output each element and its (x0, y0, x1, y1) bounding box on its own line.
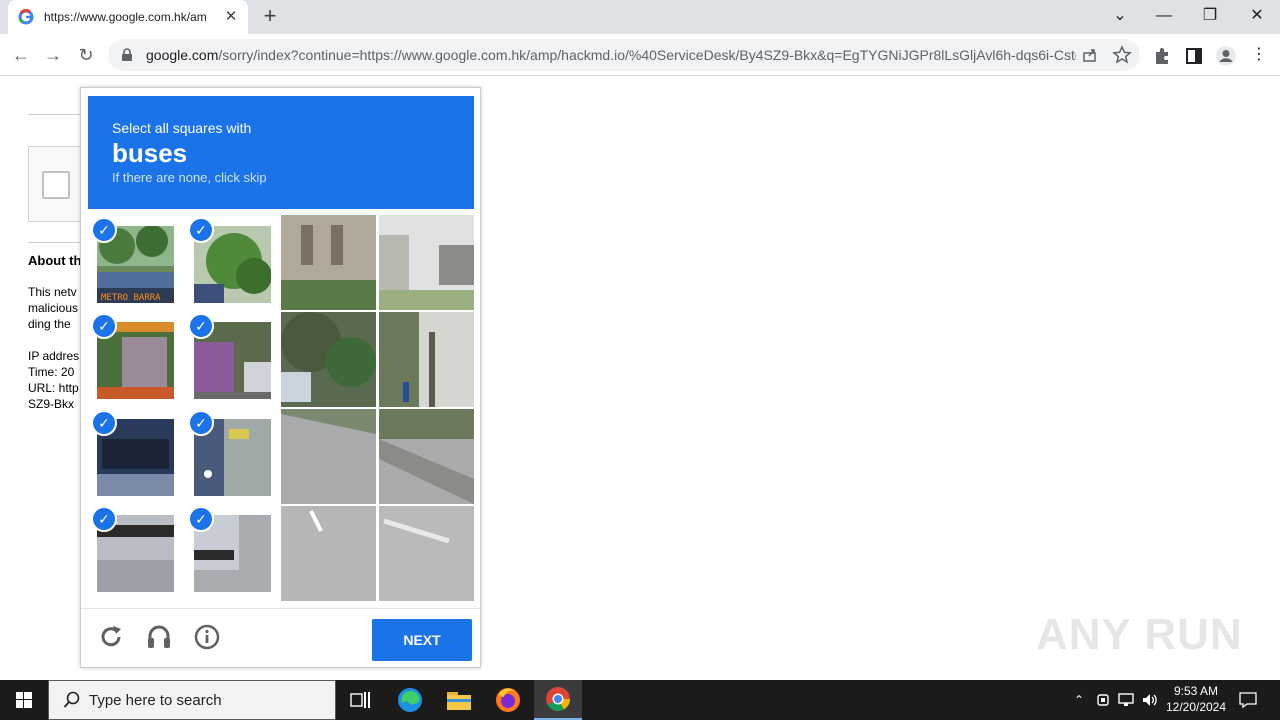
tab-close-icon[interactable]: ✕ (222, 8, 240, 26)
captcha-tile[interactable] (281, 312, 376, 407)
clock-date: 12/20/2024 (1165, 700, 1227, 714)
clock-time: 9:53 AM (1173, 684, 1219, 698)
captcha-header: Select all squares with buses If there a… (88, 96, 474, 209)
taskbar-clock[interactable]: 9:53 AM 12/20/2024 (1160, 683, 1232, 715)
tile-image (379, 506, 474, 601)
captcha-tile[interactable] (379, 506, 474, 601)
file-explorer-icon[interactable] (435, 680, 483, 720)
chrome-icon[interactable] (534, 680, 582, 720)
firefox-icon[interactable] (484, 680, 532, 720)
url-path: /sorry/index?continue=https://www.google… (218, 47, 1076, 63)
tab-title: https://www.google.com.hk/am (44, 10, 207, 24)
taskbar: Type here to search ⌃ 9:53 AM 12/20/2024 (0, 680, 1280, 720)
windows-logo-icon (16, 692, 32, 708)
notification-icon[interactable] (1236, 680, 1260, 720)
url-line: URL: http (28, 381, 79, 395)
tab-search-chevron-icon[interactable]: ⌄ (1106, 3, 1134, 29)
back-icon[interactable]: ← (8, 42, 34, 68)
check-icon: ✓ (188, 313, 214, 339)
start-button[interactable] (0, 680, 48, 720)
share-icon[interactable] (1080, 45, 1100, 65)
next-button[interactable]: NEXT (372, 619, 472, 661)
url-line-cont: SZ9-Bkx (28, 397, 75, 411)
audio-challenge-icon[interactable] (145, 623, 173, 651)
bookmark-star-icon[interactable] (1112, 45, 1132, 65)
ip-line: IP addres (28, 349, 80, 363)
google-favicon-icon (18, 9, 34, 25)
browser-tab[interactable]: https://www.google.com.hk/am ✕ (8, 0, 248, 34)
search-placeholder: Type here to search (89, 691, 222, 709)
bus-sign-text: METRO BARRA (101, 293, 161, 303)
tile-image (379, 312, 474, 407)
captcha-tile[interactable] (281, 215, 376, 310)
tray-device-icon[interactable] (1094, 680, 1112, 720)
captcha-tile[interactable] (379, 215, 474, 310)
restore-icon[interactable]: ❐ (1196, 3, 1224, 29)
tab-strip: https://www.google.com.hk/am ✕ + ⌄ — ❐ ✕ (0, 0, 1280, 34)
edge-icon[interactable] (386, 680, 434, 720)
tray-chevron-icon[interactable]: ⌃ (1070, 680, 1088, 720)
profile-avatar-icon[interactable] (1215, 45, 1237, 67)
recaptcha-checkbox[interactable] (42, 171, 70, 199)
taskbar-search[interactable]: Type here to search (48, 680, 336, 720)
side-panel-icon[interactable] (1183, 45, 1205, 67)
reload-icon[interactable]: ↻ (73, 42, 99, 68)
anyrun-watermark: ANY RUN (1036, 610, 1243, 659)
captcha-challenge: Select all squares with buses If there a… (80, 87, 481, 668)
about-heading: About th (28, 253, 82, 268)
captcha-instruction: Select all squares with (112, 120, 252, 136)
url-text: google.com/sorry/index?continue=https://… (146, 47, 1076, 63)
tile-image (379, 215, 474, 310)
info-icon[interactable] (193, 623, 221, 651)
tile-image (281, 312, 376, 407)
tile-image (281, 215, 376, 310)
recaptcha-anchor[interactable] (28, 146, 88, 222)
tile-image (281, 409, 376, 504)
url-host: google.com (146, 47, 219, 63)
extensions-puzzle-icon[interactable] (1151, 45, 1173, 67)
captcha-tile[interactable] (281, 506, 376, 601)
browser-toolbar: ← → ↻ google.com/sorry/index?continue=ht… (0, 34, 1280, 76)
check-icon: ✓ (188, 217, 214, 243)
time-line: Time: 20 (28, 365, 75, 379)
new-tab-icon[interactable]: + (258, 5, 282, 29)
divider (28, 114, 88, 115)
check-icon: ✓ (188, 410, 214, 436)
selected-tiles: METRO BARRA ✓ ✓ ✓ ✓ ✓ ✓ ✓ ✓ (88, 216, 282, 602)
captcha-tile[interactable] (379, 312, 474, 407)
forward-icon[interactable]: → (40, 42, 66, 68)
tile-image (281, 506, 376, 601)
menu-kebab-icon[interactable]: ⋮ (1246, 42, 1272, 68)
about-text-line: malicious (28, 301, 79, 315)
unselected-tiles (281, 215, 474, 602)
check-icon: ✓ (91, 410, 117, 436)
check-icon: ✓ (91, 506, 117, 532)
reload-challenge-icon[interactable] (97, 623, 125, 651)
check-icon: ✓ (91, 217, 117, 243)
check-icon: ✓ (91, 313, 117, 339)
about-text-line: This netv (28, 285, 77, 299)
address-bar[interactable]: google.com/sorry/index?continue=https://… (108, 39, 1140, 71)
captcha-tile[interactable] (281, 409, 376, 504)
tile-image (379, 409, 474, 504)
close-window-icon[interactable]: ✕ (1243, 3, 1271, 29)
about-text-line: ding the (28, 317, 71, 331)
lock-icon (122, 48, 132, 61)
captcha-footer: NEXT (81, 608, 480, 667)
divider (28, 242, 88, 243)
task-view-icon[interactable] (336, 680, 384, 720)
search-icon (63, 691, 80, 708)
network-icon[interactable] (1116, 680, 1136, 720)
captcha-target: buses (112, 138, 188, 168)
check-icon: ✓ (188, 506, 214, 532)
captcha-tile[interactable] (379, 409, 474, 504)
minimize-icon[interactable]: — (1150, 3, 1178, 29)
captcha-hint: If there are none, click skip (112, 170, 267, 185)
volume-icon[interactable] (1140, 680, 1160, 720)
